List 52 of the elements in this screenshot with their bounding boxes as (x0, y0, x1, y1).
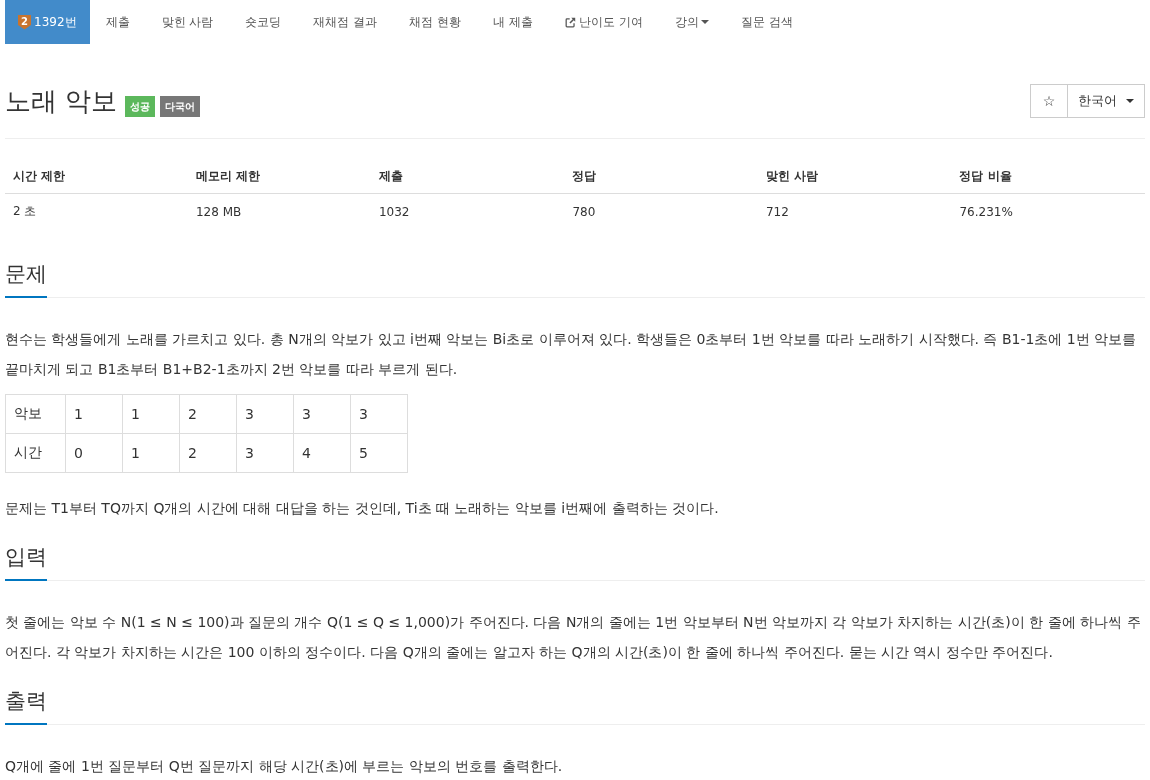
table-header: 정답 비율 (951, 159, 1145, 194)
table-cell: 1 (122, 394, 180, 434)
paragraph: 문제는 T1부터 TQ까지 Q개의 시간에 대해 대답을 하는 것인데, Ti초 때 노래하는 악보를 i번째에 출력하는 것이다. (5, 499, 720, 518)
table-cell: 1 (65, 394, 123, 434)
table-cell: 2 초 (5, 193, 188, 229)
table-cell: 1 (122, 433, 180, 473)
table-header: 메모리 제한 (188, 159, 371, 194)
problem-title: 노래 악보 (5, 85, 118, 118)
table-cell: 시간 (5, 433, 66, 473)
table-cell: 0 (65, 433, 123, 473)
section-heading: 출력 (5, 686, 47, 725)
nav-tab[interactable]: 숏코딩 (229, 0, 298, 44)
table-cell: 128 MB (188, 193, 371, 229)
table-cell: 3 (236, 433, 294, 473)
nav-tab[interactable]: 내 제출 (477, 0, 549, 44)
table-header: 제출 (370, 159, 565, 194)
paragraph: Q개에 줄에 1번 질문부터 Q번 질문까지 해당 시간(초)에 부르는 악보의 번호를 출력한다. (5, 757, 564, 776)
table-cell: 2 (179, 394, 237, 434)
table-header: 시간 제한 (5, 159, 188, 194)
nav-tab[interactable]: 2 1392번 (5, 0, 90, 44)
caret-icon (700, 20, 709, 24)
nav-tab[interactable]: 맞힌 사람 (145, 0, 230, 44)
section-heading: 문제 (5, 259, 47, 298)
table-cell: 4 (293, 433, 351, 473)
language-dropdown[interactable]: 한국어 (1067, 84, 1145, 118)
table-cell: 3 (236, 394, 294, 434)
table-cell: 780 (564, 193, 758, 229)
nav-tab[interactable]: 강의 (658, 0, 725, 44)
table-cell: 5 (350, 433, 408, 473)
external-link-icon (564, 16, 576, 28)
table-cell: 76.231% (951, 193, 1145, 229)
tier-badge: 2 (18, 14, 31, 30)
status-label: 다국어 (160, 96, 201, 117)
nav-tab[interactable]: 채점 현황 (393, 0, 478, 44)
nav-tab[interactable]: 난이도 기여 (548, 0, 659, 44)
status-label: 성공 (125, 96, 156, 117)
table-cell: 712 (757, 193, 952, 229)
table-cell: 3 (293, 394, 351, 434)
nav-tab[interactable]: 질문 검색 (724, 0, 809, 44)
table-cell: 2 (179, 433, 237, 473)
table-cell: 악보 (5, 394, 66, 434)
table-header: 맞힌 사람 (757, 159, 952, 194)
nav-tab[interactable]: 제출 (89, 0, 146, 44)
section-heading: 입력 (5, 542, 47, 581)
paragraph: 현수는 학생들에게 노래를 가르치고 있다. 총 N개의 악보가 있고 i번째 악보는 Bi초로 이루어져 있다. 학생들은 0초부터 1번 악보를 따라 노래하기 시작했다. 즉 B1-1초에 1번 악보를 끝마치게 되고 B1초부터 B1+B2-1초까지 2번 악보를 따라 부르게 된다. (5, 330, 1138, 379)
paragraph: 첫 줄에는 악보 수 N(1 ≤ N ≤ 100)과 질문의 개수 Q(1 ≤ Q ≤ 1,000)가 주어진다. 다음 N개의 줄에는 1번 악보부터 N번 악보까지 각 악보가 차지하는 시간(초)이 한 줄에 하나씩 주어진다. 각 악보가 차지하는 시간은 100 이하의 정수이다. 다음 Q개의 줄에는 알고자 하는 Q개의 시간(초)이 한 줄에 하나씩 주어진다. 묻는 시간 역시 정수만 주어진다. (5, 613, 1142, 662)
caret-icon (1126, 99, 1134, 103)
table-cell: 3 (350, 394, 408, 434)
table-cell: 1032 (370, 193, 565, 229)
nav-tab[interactable]: 재채점 결과 (297, 0, 394, 44)
table-header: 정답 (564, 159, 758, 194)
star-button[interactable]: ☆ (1030, 84, 1068, 118)
